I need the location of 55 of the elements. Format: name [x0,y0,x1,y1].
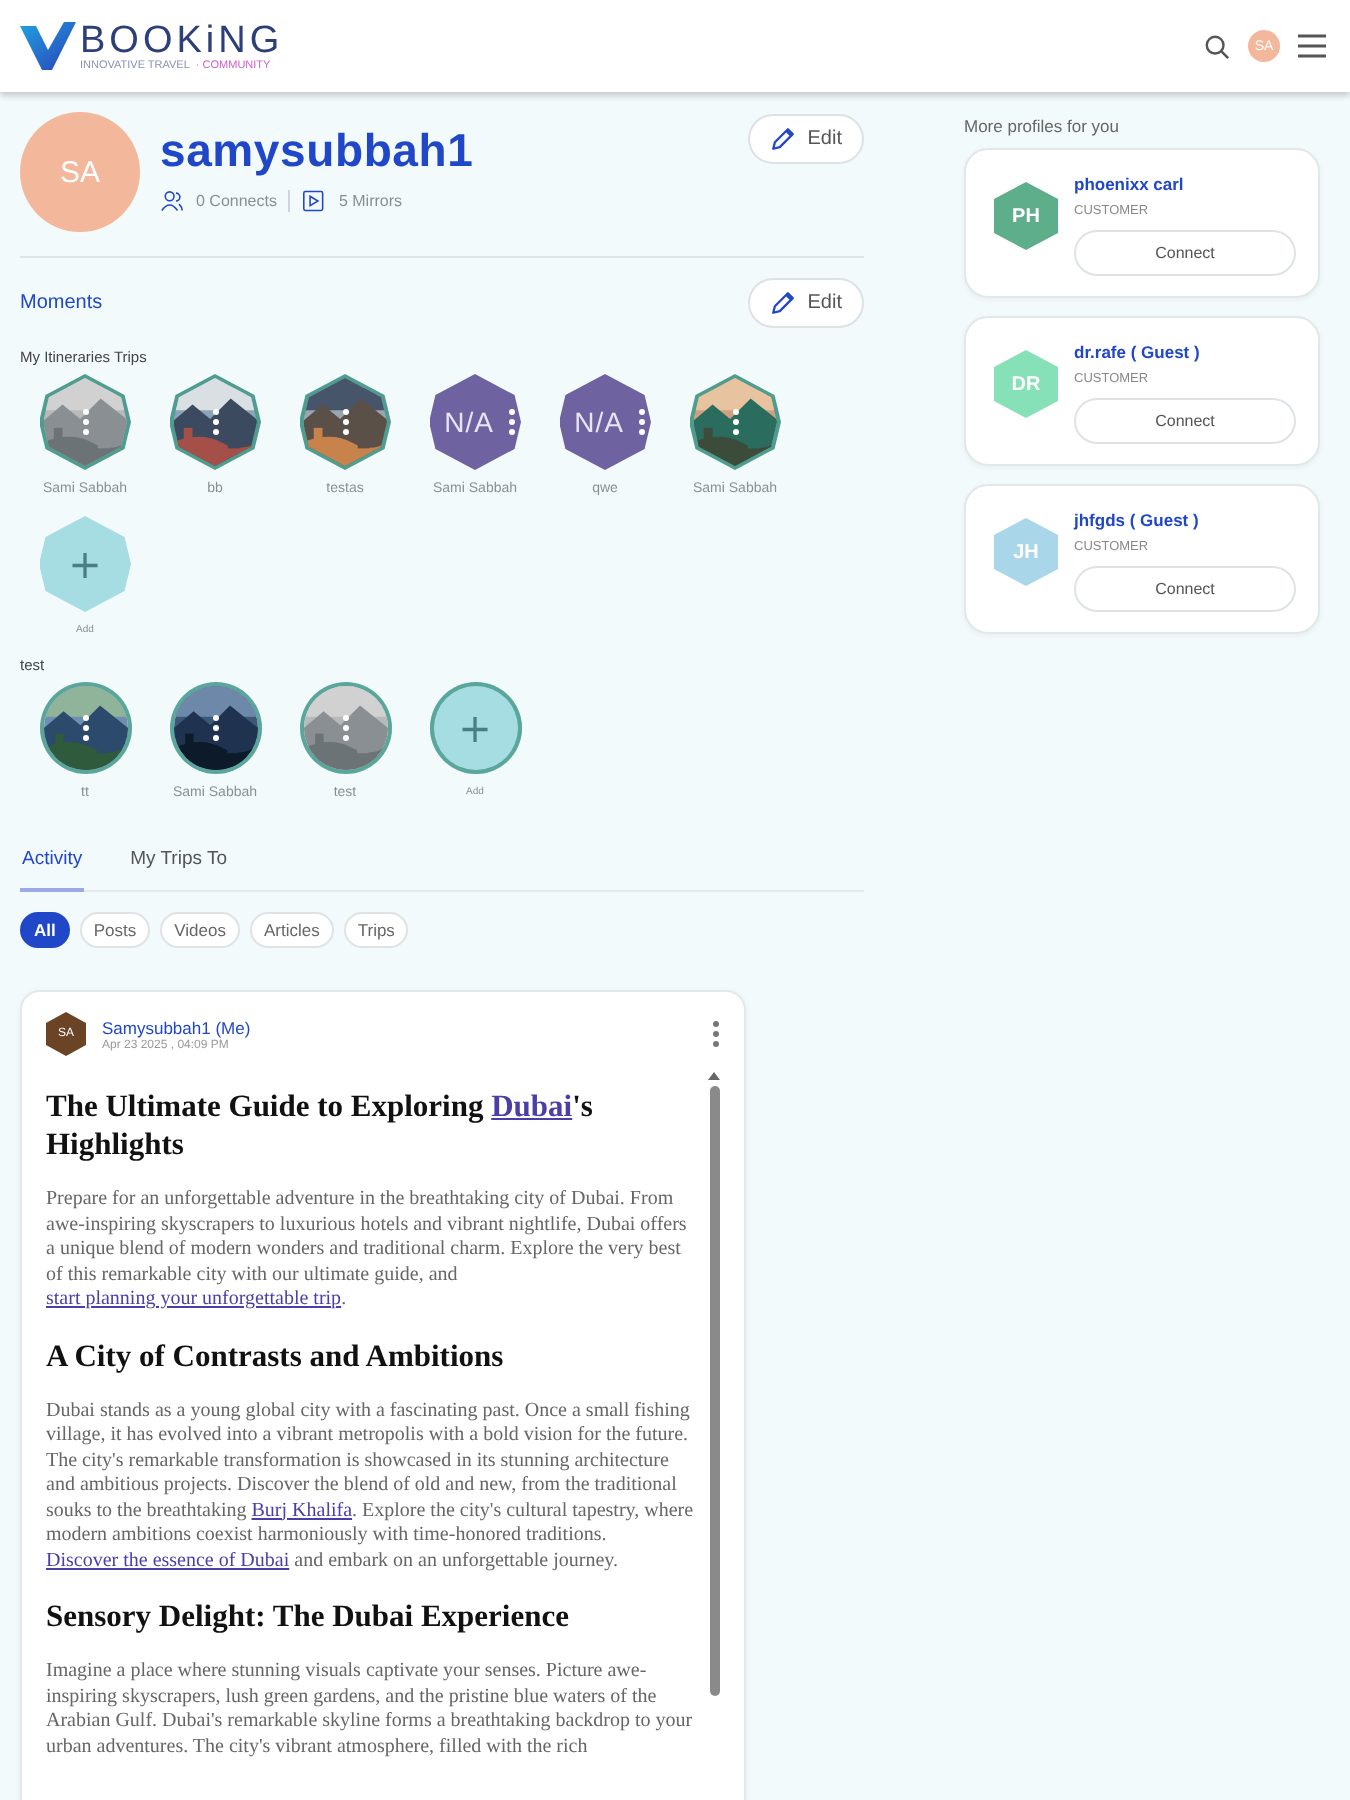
profile-avatar: DR [994,350,1058,418]
filter-chip[interactable]: All [20,912,70,948]
logo-text: BOOKiNG [80,21,284,59]
article-paragraph: Imagine a place where stunning visuals captivate your senses. Picture awe-inspiring skyscrapers, lush green gardens, and the pristine blue waters of the Arabian Gulf. Dubai's remarkable skyline forms a breathtaking backdrop to your urban adventures. The city's vibrant atmosphere, filled with the rich [46,1660,695,1760]
menu-icon[interactable] [1298,34,1326,58]
username: samysubbah1 [160,124,476,178]
edit-button[interactable]: Edit [747,114,864,164]
logo-icon [20,22,76,70]
section-title: More profiles for you [964,116,1121,136]
placeholder-logo: N/A [444,406,494,438]
trip-cover[interactable] [39,682,131,774]
profile-avatar: JH [994,518,1058,586]
stat-text: 5 Mirrors [338,192,403,210]
more-options-icon[interactable] [211,408,219,436]
article-link[interactable]: Discover the essence of Dubai [46,1549,290,1571]
article-link[interactable]: start planning your unforgettable trip [46,1288,342,1310]
people-icon [160,190,184,212]
profile-name[interactable]: dr.rafe ( Guest ) [1074,342,1296,362]
search-icon[interactable] [1204,33,1230,59]
filter-chip[interactable]: Articles [249,912,334,948]
section-title: Moments [20,292,103,314]
article-heading: A City of Contrasts and Ambitions [46,1337,506,1375]
connect-button[interactable]: Connect [1074,230,1296,276]
trip-cover[interactable]: N/A [429,374,521,470]
filter-chip[interactable]: Videos [160,912,240,948]
profile-name[interactable]: jhfgds ( Guest ) [1074,510,1296,530]
article-link[interactable]: Burj Khalifa [251,1499,353,1521]
profile-avatar: PH [994,182,1058,250]
play-icon [302,190,327,212]
article-paragraph: Dubai stands as a young global city with a fascinating past. Once a small fishing village, it has evolved into a vibrant metropolis with a bold vision for the future. The city's remarkable transformation is showcased in its stunning architecture and ambitious projects. Discover the blend of old and new, from the traditional souks to the breathtaking Burj Khalifa. Explore the city's cultural tapestry, where modern ambitions coexist harmoniously with time-honored traditions. Discover the essence of Dubai and embark on an unforgettable journey. [46,1399,696,1574]
connect-button[interactable]: Connect [1074,566,1296,612]
pencil-icon [769,126,796,152]
profile-name[interactable]: phoenixx carl [1074,174,1296,194]
edit-button[interactable]: Edit [747,278,864,328]
tab[interactable]: My Trips To [128,848,229,892]
article-paragraph: Prepare for an unforgettable adventure in the breathtaking city of Dubai. From awe-inspiring skyscrapers to luxurious hotels and vibrant nightlife, Dubai offers a unique blend of modern wonders and traditional charm. Explore the very best of this remarkable city with our ultimate guide, and start planning your unforgettable trip. [46,1188,689,1313]
pencil-icon [769,290,796,316]
article-heading: The Ultimate Guide to Exploring Dubai's Highlights [46,1088,595,1164]
article-heading: Sensory Delight: The Dubai Experience [46,1598,571,1636]
more-options-icon[interactable] [211,714,219,742]
stat-text: 0 Connects [196,192,277,210]
article-link[interactable]: Dubai [491,1090,573,1124]
trip-cover[interactable]: N/A [559,374,651,470]
filter-chip[interactable]: Posts [79,912,151,948]
scroll-up-icon[interactable] [708,1072,720,1080]
more-options-icon[interactable] [341,408,349,436]
placeholder-logo: N/A [574,406,624,438]
connect-button[interactable]: Connect [1074,398,1296,444]
author-name[interactable]: Samysubbah1 (Me) [102,1017,696,1037]
profile-avatar: SA [20,112,140,232]
more-options-icon[interactable] [731,408,739,436]
more-options-icon[interactable] [81,714,89,742]
filter-chip[interactable]: Trips [343,912,409,948]
tab[interactable]: Activity [20,848,85,892]
trip-cover[interactable] [169,682,261,774]
